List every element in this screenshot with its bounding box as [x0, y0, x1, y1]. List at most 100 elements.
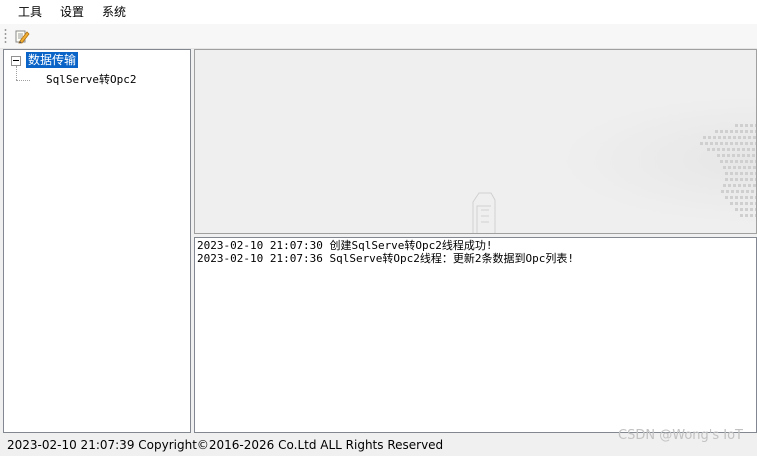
map-dot	[743, 184, 746, 187]
map-dot	[745, 124, 748, 127]
map-dot	[748, 166, 751, 169]
map-dot	[727, 154, 730, 157]
map-dot	[743, 136, 746, 139]
map-dot	[748, 136, 751, 139]
status-text: 2023-02-10 21:07:39 Copyright©2016-2026 …	[7, 438, 444, 452]
map-dot	[712, 148, 715, 151]
tree-view[interactable]: 数据传输 SqlServe转Opc2	[3, 49, 191, 433]
map-dot	[731, 190, 734, 193]
map-dot	[741, 190, 744, 193]
menu-settings[interactable]: 设置	[51, 1, 93, 23]
map-dot	[723, 184, 726, 187]
map-dot	[753, 136, 756, 139]
map-dot	[718, 136, 721, 139]
map-dot	[745, 130, 748, 133]
map-dot	[720, 130, 723, 133]
map-dot	[747, 148, 750, 151]
map-dot	[740, 130, 743, 133]
image-panel	[194, 49, 757, 234]
map-dot	[751, 190, 754, 193]
map-dot	[735, 172, 738, 175]
toolbar-grip[interactable]	[4, 28, 7, 44]
map-dot	[752, 154, 755, 157]
main-window: 工具 设置 系统 数据传输 SqlServe转Opc2 2023-02-10 2…	[0, 0, 757, 456]
map-dot	[725, 172, 728, 175]
map-dot	[727, 148, 730, 151]
map-dot	[740, 202, 743, 205]
map-dot	[753, 184, 756, 187]
map-dot	[755, 142, 756, 145]
map-dot	[738, 184, 741, 187]
map-dot	[707, 148, 710, 151]
map-dot	[755, 196, 756, 199]
menu-system[interactable]: 系统	[93, 1, 135, 23]
map-dot	[735, 142, 738, 145]
menu-tools[interactable]: 工具	[9, 1, 51, 23]
map-dot	[700, 142, 703, 145]
map-dot	[740, 208, 743, 211]
tree-node-data-transfer[interactable]: 数据传输	[26, 52, 79, 68]
map-dot	[733, 136, 736, 139]
map-dot	[755, 172, 756, 175]
map-dot	[728, 166, 731, 169]
map-dot	[730, 178, 733, 181]
map-dot	[745, 178, 748, 181]
map-dot	[735, 202, 738, 205]
map-dot	[717, 148, 720, 151]
map-dot	[750, 130, 753, 133]
map-dot	[735, 178, 738, 181]
map-dot	[725, 178, 728, 181]
tree-collapse-toggle[interactable]	[11, 56, 21, 66]
map-dot	[733, 184, 736, 187]
watermark: CSDN @Wong's IoT	[618, 428, 743, 443]
map-dot	[755, 130, 756, 133]
map-dot	[746, 190, 749, 193]
tree-node-sqlserver-to-opc2[interactable]: SqlServe转Opc2	[46, 72, 136, 88]
map-dot	[745, 208, 748, 211]
map-dot	[726, 190, 729, 193]
map-dot	[720, 160, 723, 163]
map-dot	[748, 184, 751, 187]
map-dot	[732, 148, 735, 151]
map-dot	[750, 208, 753, 211]
map-dot	[750, 178, 753, 181]
map-dot	[742, 154, 745, 157]
background-graphic	[195, 50, 756, 233]
map-dot	[753, 166, 756, 169]
map-dot	[735, 130, 738, 133]
log-textbox[interactable]: 2023-02-10 21:07:30 创建SqlServe转Opc2线程成功!…	[194, 237, 757, 433]
map-dot	[730, 142, 733, 145]
map-dot	[750, 196, 753, 199]
map-dot	[738, 166, 741, 169]
map-dot	[743, 166, 746, 169]
map-dot	[750, 160, 753, 163]
map-dot	[755, 124, 756, 127]
tree-connector	[16, 80, 30, 81]
tree-connector	[16, 66, 17, 80]
map-dot	[745, 160, 748, 163]
map-dot	[728, 184, 731, 187]
toolbar	[0, 24, 757, 49]
map-dot	[755, 214, 756, 217]
map-dot	[737, 148, 740, 151]
map-dot	[725, 196, 728, 199]
map-dot	[740, 214, 743, 217]
map-dot	[745, 142, 748, 145]
map-dot	[740, 160, 743, 163]
menu-bar: 工具 设置 系统	[0, 0, 757, 24]
map-dot	[732, 154, 735, 157]
map-dot	[740, 196, 743, 199]
map-dot	[745, 214, 748, 217]
map-dot	[755, 202, 756, 205]
map-dot	[740, 142, 743, 145]
map-dot	[715, 130, 718, 133]
map-dot	[750, 202, 753, 205]
map-dot	[710, 142, 713, 145]
map-dot	[725, 130, 728, 133]
map-dot	[738, 136, 741, 139]
map-dot	[742, 148, 745, 151]
edit-button[interactable]	[12, 26, 32, 46]
map-dot	[745, 196, 748, 199]
map-dot	[713, 136, 716, 139]
map-dot	[728, 136, 731, 139]
